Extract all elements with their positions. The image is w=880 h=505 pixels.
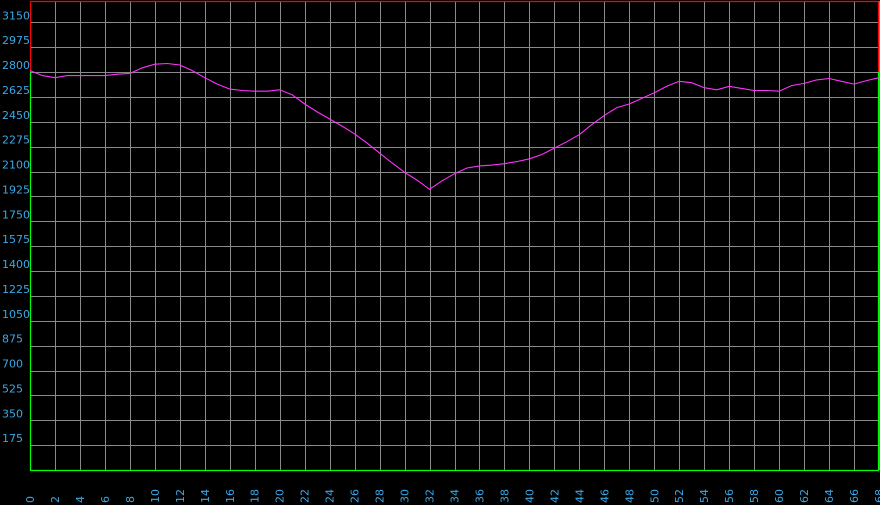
x-tick-label: 44 <box>573 489 586 503</box>
grid-lines <box>30 1 880 470</box>
series-line <box>29 62 880 190</box>
x-tick-label: 54 <box>698 489 711 503</box>
x-tick-label: 28 <box>374 489 387 503</box>
series-group <box>29 62 880 190</box>
x-tick-label: 20 <box>274 489 287 503</box>
y-tick-label: 2800 <box>2 59 30 72</box>
upper-band-outline <box>29 0 880 73</box>
x-tick-label: 64 <box>823 489 836 503</box>
x-tick-label: 2 <box>49 496 62 503</box>
y-tick-label: 2975 <box>2 34 30 47</box>
y-tick-label: 525 <box>2 382 23 395</box>
x-tick-label: 52 <box>673 489 686 503</box>
y-tick-label: 1750 <box>2 208 30 221</box>
x-tick-label: 66 <box>848 489 861 503</box>
x-tick-labels: 0 2 4 6 8 10 12 14 16 18 20 22 24 26 28 30 32 34 36 38 40 42 4… <box>24 489 880 503</box>
y-tick-label: 1925 <box>2 183 30 196</box>
x-tick-label: 0 <box>24 496 37 503</box>
y-tick-label: 2625 <box>2 84 30 97</box>
x-tick-label: 16 <box>224 489 237 503</box>
y-tick-label: 350 <box>2 407 23 420</box>
y-tick-label: 2450 <box>2 109 30 122</box>
x-tick-label: 50 <box>648 489 661 503</box>
x-tick-label: 24 <box>324 489 337 503</box>
line-chart: 0 2 4 6 8 10 12 14 16 18 20 22 24 26 28 30 32 34 36 38 40 42 4… <box>2 0 880 503</box>
threshold-band <box>29 0 880 472</box>
y-tick-label: 1400 <box>2 258 30 271</box>
y-tick-labels: 175 350 525 700 875 1050 1225 1400 1575 1750 1925 2… <box>2 9 30 445</box>
y-tick-label: 700 <box>2 358 23 371</box>
y-tick-label: 3150 <box>2 9 30 22</box>
x-tick-label: 10 <box>149 489 162 503</box>
x-tick-label: 34 <box>449 489 462 503</box>
x-tick-label: 48 <box>623 489 636 503</box>
x-tick-label: 6 <box>99 496 112 503</box>
y-tick-label: 1225 <box>2 283 30 296</box>
x-tick-label: 36 <box>473 489 486 503</box>
x-tick-label: 4 <box>74 496 87 503</box>
x-tick-label: 58 <box>748 489 761 503</box>
x-tick-label: 30 <box>399 489 412 503</box>
x-tick-label: 18 <box>249 489 262 503</box>
x-tick-label: 12 <box>174 489 187 503</box>
x-tick-label: 62 <box>798 489 811 503</box>
x-tick-label: 38 <box>498 489 511 503</box>
x-tick-label: 26 <box>349 489 362 503</box>
x-tick-label: 68 <box>873 489 880 503</box>
y-tick-label: 875 <box>2 333 23 346</box>
x-tick-label: 8 <box>124 496 137 503</box>
y-tick-label: 1050 <box>2 308 30 321</box>
y-tick-label: 1575 <box>2 233 30 246</box>
x-tick-label: 32 <box>424 489 437 503</box>
x-tick-label: 60 <box>773 489 786 503</box>
y-tick-label: 2275 <box>2 134 30 147</box>
x-tick-label: 56 <box>723 489 736 503</box>
x-tick-label: 22 <box>299 489 312 503</box>
y-tick-label: 2100 <box>2 159 30 172</box>
x-tick-label: 46 <box>598 489 611 503</box>
x-tick-label: 14 <box>199 489 212 503</box>
x-tick-label: 42 <box>548 489 561 503</box>
y-tick-label: 175 <box>2 432 23 445</box>
x-tick-label: 40 <box>523 489 536 503</box>
